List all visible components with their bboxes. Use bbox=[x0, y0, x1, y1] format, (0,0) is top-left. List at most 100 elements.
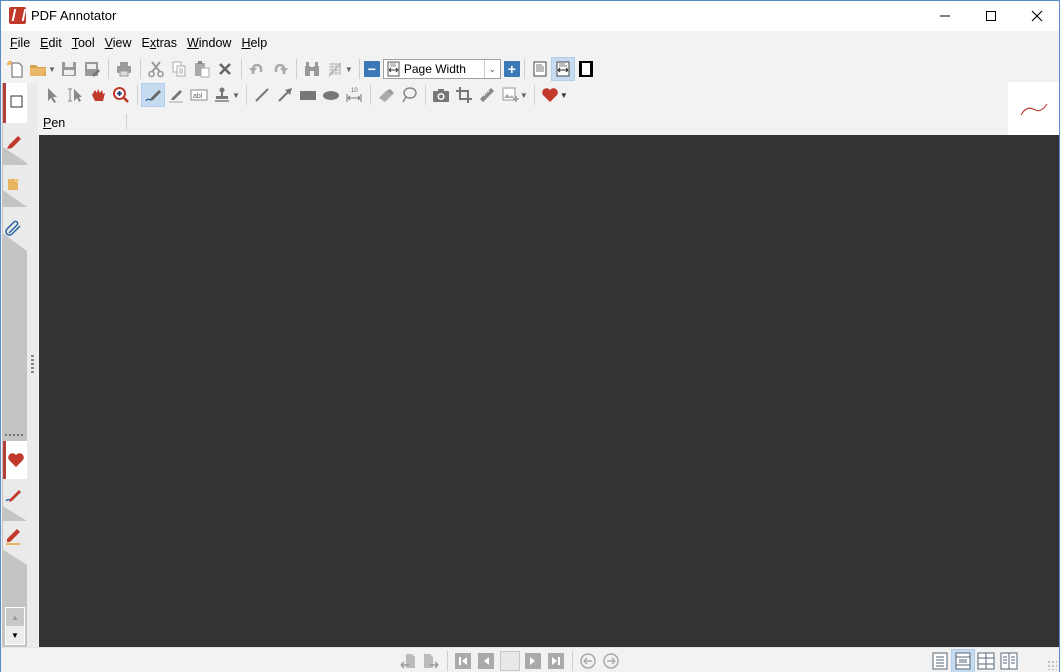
single-page-layout-button[interactable] bbox=[929, 650, 951, 672]
menu-edit[interactable]: Edit bbox=[35, 31, 67, 55]
menu-file[interactable]: File bbox=[5, 31, 35, 55]
find-button[interactable] bbox=[301, 58, 323, 80]
zoom-tool-button[interactable] bbox=[110, 84, 132, 106]
maximize-button[interactable] bbox=[968, 1, 1014, 31]
two-page-continuous-layout-button[interactable] bbox=[975, 650, 997, 672]
forward-button[interactable] bbox=[600, 650, 622, 672]
camera-icon bbox=[432, 89, 449, 102]
ocr-dropdown-arrow[interactable]: ▼ bbox=[345, 65, 353, 74]
print-button[interactable] bbox=[113, 58, 135, 80]
chevron-down-icon[interactable]: ⌄ bbox=[483, 60, 500, 78]
forward-circle-icon bbox=[603, 653, 619, 669]
close-button[interactable] bbox=[1014, 1, 1060, 31]
arrow-tool-button[interactable] bbox=[274, 84, 296, 106]
pen-preview bbox=[1008, 82, 1059, 135]
menu-help[interactable]: Help bbox=[236, 31, 272, 55]
window-title: PDF Annotator bbox=[31, 8, 117, 23]
measure-tool-button[interactable]: 10 bbox=[343, 84, 365, 106]
delete-button[interactable] bbox=[214, 58, 236, 80]
tab-pages[interactable] bbox=[3, 83, 27, 123]
open-dropdown-arrow[interactable]: ▼ bbox=[48, 65, 56, 74]
pen-icon bbox=[5, 490, 21, 502]
two-page-layout-button[interactable] bbox=[998, 650, 1020, 672]
menu-view[interactable]: View bbox=[100, 31, 137, 55]
text-tool-button[interactable]: abl bbox=[188, 84, 210, 106]
cut-button[interactable] bbox=[145, 58, 167, 80]
panel-divider-grip[interactable] bbox=[5, 434, 25, 436]
redo-button[interactable] bbox=[269, 58, 291, 80]
ellipse-tool-button[interactable] bbox=[320, 84, 342, 106]
lasso-tool-button[interactable] bbox=[398, 84, 420, 106]
previous-document-button[interactable] bbox=[397, 650, 419, 672]
highlighter-tool-button[interactable] bbox=[165, 84, 187, 106]
ruler-tool-button[interactable] bbox=[476, 84, 498, 106]
rectangle-tool-button[interactable] bbox=[297, 84, 319, 106]
menu-window[interactable]: Window bbox=[182, 31, 236, 55]
insert-image-dropdown-arrow[interactable]: ▼ bbox=[520, 91, 528, 100]
current-tool-label: Pen bbox=[43, 116, 65, 130]
last-page-button[interactable] bbox=[545, 650, 567, 672]
full-page-button[interactable] bbox=[529, 58, 551, 80]
continuous-page-icon bbox=[955, 652, 971, 670]
first-page-button[interactable] bbox=[452, 650, 474, 672]
menu-bar: File Edit Tool View Extras Window Help bbox=[1, 31, 1059, 55]
resize-grip[interactable] bbox=[1047, 660, 1057, 670]
page-thumbnail-icon bbox=[10, 95, 23, 108]
continuous-layout-button[interactable] bbox=[951, 649, 975, 672]
line-icon bbox=[255, 88, 269, 102]
new-document-button[interactable] bbox=[4, 58, 26, 80]
previous-page-button[interactable] bbox=[475, 650, 497, 672]
two-page-continuous-icon bbox=[977, 652, 995, 670]
favorites-dropdown-arrow[interactable]: ▼ bbox=[560, 91, 568, 100]
page-width-button[interactable] bbox=[550, 57, 575, 81]
paste-button[interactable] bbox=[191, 58, 213, 80]
zoom-mode-select[interactable]: Page Width ⌄ bbox=[382, 59, 501, 79]
favorites-button[interactable] bbox=[539, 84, 561, 106]
tab-favorites[interactable] bbox=[3, 441, 27, 479]
fullscreen-button[interactable] bbox=[575, 58, 597, 80]
select-tool-button[interactable] bbox=[41, 84, 63, 106]
text-select-tool-button[interactable] bbox=[64, 84, 86, 106]
snapshot-tool-button[interactable] bbox=[430, 84, 452, 106]
heart-icon bbox=[542, 88, 558, 102]
stamp-icon bbox=[215, 87, 229, 102]
close-icon bbox=[1031, 10, 1043, 22]
next-page-button[interactable] bbox=[522, 650, 544, 672]
next-document-button[interactable] bbox=[420, 650, 442, 672]
copy-button[interactable] bbox=[168, 58, 190, 80]
zoom-in-button[interactable]: + bbox=[503, 61, 520, 77]
undo-button[interactable] bbox=[246, 58, 268, 80]
stamp-dropdown-arrow[interactable]: ▼ bbox=[232, 91, 240, 100]
menu-tool[interactable]: Tool bbox=[67, 31, 100, 55]
magnifier-plus-icon bbox=[113, 87, 129, 103]
menu-extras[interactable]: Extras bbox=[137, 31, 182, 55]
rectangle-icon bbox=[299, 91, 316, 100]
stamp-tool-button[interactable] bbox=[211, 84, 233, 106]
zoom-out-button[interactable]: − bbox=[363, 61, 380, 77]
eraser-tool-button[interactable] bbox=[375, 84, 397, 106]
pen-tool-button[interactable] bbox=[141, 83, 165, 107]
open-button[interactable] bbox=[27, 58, 49, 80]
crop-tool-button[interactable] bbox=[453, 84, 475, 106]
save-as-button[interactable] bbox=[81, 58, 103, 80]
scroll-down-button[interactable]: ▼ bbox=[6, 626, 24, 644]
document-canvas[interactable] bbox=[39, 135, 1059, 647]
back-button[interactable] bbox=[577, 650, 599, 672]
minimize-button[interactable] bbox=[922, 1, 968, 31]
insert-image-button[interactable] bbox=[499, 84, 521, 106]
binoculars-icon bbox=[304, 62, 319, 76]
scroll-up-button[interactable]: ▲ bbox=[6, 608, 24, 626]
zoom-mode-value: Page Width bbox=[403, 62, 466, 76]
page-number-input[interactable] bbox=[500, 651, 520, 671]
save-button[interactable] bbox=[58, 58, 80, 80]
previous-page-icon bbox=[478, 653, 494, 669]
menu-file-mnemonic: F bbox=[10, 36, 18, 50]
ocr-button[interactable] bbox=[324, 58, 346, 80]
pen-stroke-preview-icon bbox=[1020, 103, 1048, 116]
splitter-grip[interactable] bbox=[31, 355, 34, 373]
svg-text:abl: abl bbox=[193, 93, 203, 100]
redo-icon bbox=[274, 63, 288, 74]
hand-tool-button[interactable] bbox=[87, 84, 109, 106]
line-tool-button[interactable] bbox=[251, 84, 273, 106]
toolbar-separator bbox=[424, 85, 426, 105]
